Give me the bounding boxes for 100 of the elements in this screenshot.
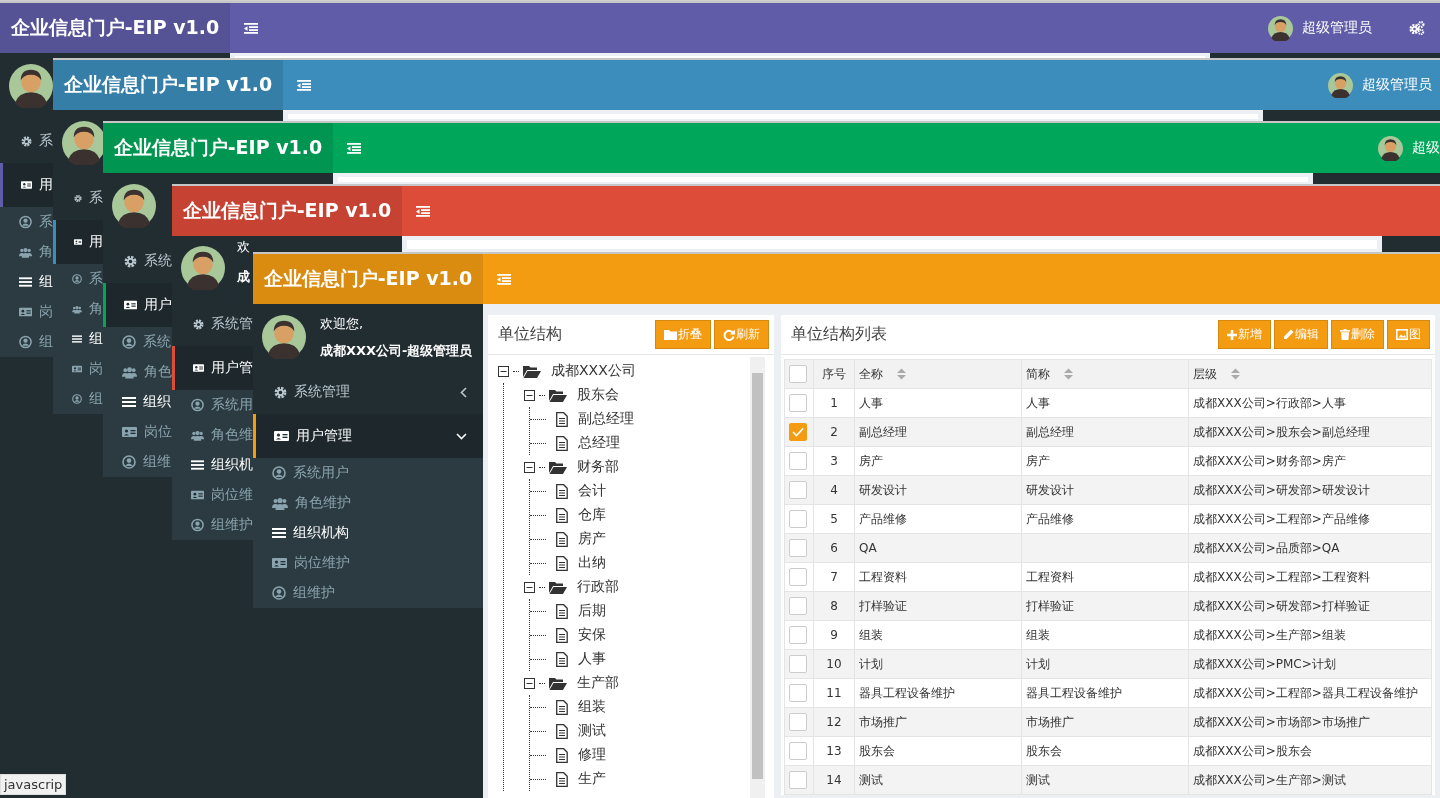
user-name[interactable]: 超级管理员	[1362, 76, 1432, 94]
table-cell: 13	[813, 736, 855, 766]
menu-item[interactable]: 用户管	[172, 346, 253, 390]
menu-item[interactable]: 系	[53, 176, 103, 220]
welcome-text: 欢	[237, 238, 250, 256]
table-cell: 14	[813, 765, 855, 795]
tree-node[interactable]: 行政部	[577, 578, 619, 596]
tree-node[interactable]: 安保	[578, 626, 606, 644]
submenu-item[interactable]: 组维	[103, 447, 172, 477]
tree-node[interactable]: 总经理	[578, 434, 620, 452]
table-cell: 产品维修	[1021, 504, 1189, 534]
table-cell: 成都XXX公司>股东会	[1188, 736, 1432, 766]
table-cell: 计划	[1021, 649, 1189, 679]
submenu-item[interactable]: 组	[53, 324, 103, 354]
table-cell: 6	[813, 533, 855, 563]
tree-node[interactable]: 测试	[578, 722, 606, 740]
welcome-text: 欢迎您,	[320, 314, 365, 333]
tree-node[interactable]: 出纳	[578, 554, 606, 572]
submenu-item[interactable]: 组维护	[253, 578, 483, 608]
table-cell: 产品维修	[854, 504, 1022, 534]
menu-item[interactable]: 用户	[103, 283, 172, 327]
table-cell: 股东会	[854, 736, 1022, 766]
submenu-item[interactable]: 组维护	[172, 510, 253, 540]
submenu-item[interactable]: 组织	[103, 387, 172, 417]
tree-node[interactable]: 修理	[578, 746, 606, 764]
tree-node[interactable]: 组装	[578, 698, 606, 716]
submenu-item[interactable]: 系	[53, 264, 103, 294]
account-name: 成都XXX公司-超级管理员	[320, 341, 473, 360]
table-cell: 成都XXX公司>股东会>副总经理	[1188, 417, 1432, 447]
table-cell: 成都XXX公司>工程部>器具工程设备维护	[1188, 678, 1432, 708]
app-logo[interactable]: 企业信息门户-EIP v1.0	[0, 3, 230, 53]
table-cell: 成都XXX公司>生产部>测试	[1188, 765, 1432, 795]
submenu-item[interactable]: 组织机构	[253, 518, 483, 548]
menu-item[interactable]: 系统管	[172, 302, 253, 346]
table-cell: 器具工程设备维护	[854, 678, 1022, 708]
submenu-item[interactable]: 角色	[103, 357, 172, 387]
submenu-item[interactable]: 角色维护	[253, 488, 483, 518]
submenu-item[interactable]: 岗位	[103, 417, 172, 447]
table-cell: 研发设计	[854, 475, 1022, 505]
column-header[interactable]: 层级	[1188, 359, 1432, 389]
tree-node[interactable]: 会计	[578, 482, 606, 500]
table-cell: 成都XXX公司>工程部>工程资料	[1188, 562, 1432, 592]
table-cell: 成都XXX公司>研发部>研发设计	[1188, 475, 1432, 505]
table-cell: 成都XXX公司>市场部>市场推广	[1188, 707, 1432, 737]
table-cell: 工程资料	[854, 562, 1022, 592]
user-name[interactable]: 超级管理员	[1302, 19, 1372, 37]
column-header[interactable]: 简称	[1021, 359, 1189, 389]
menu-item[interactable]: 用	[0, 163, 53, 207]
app-logo[interactable]: 企业信息门户-EIP v1.0	[53, 60, 283, 110]
app-logo[interactable]: 企业信息门户-EIP v1.0	[103, 123, 333, 173]
submenu-item[interactable]: 系统	[103, 327, 172, 357]
table-cell: 成都XXX公司>行政部>人事	[1188, 388, 1432, 418]
tree-node[interactable]: 股东会	[577, 386, 619, 404]
table-cell: 人事	[1021, 388, 1189, 418]
submenu-item[interactable]: 角	[0, 237, 53, 267]
panel-title: 单位结构列表	[791, 324, 887, 345]
tree-node[interactable]: 房产	[578, 530, 606, 548]
submenu-item[interactable]: 岗位维	[172, 480, 253, 510]
panel-title: 单位结构	[498, 324, 562, 345]
menu-item[interactable]: 系统管理	[253, 370, 483, 414]
column-header[interactable]: 全称	[854, 359, 1022, 389]
submenu-item[interactable]: 岗	[0, 297, 53, 327]
submenu-item[interactable]: 组	[0, 327, 53, 357]
submenu-item[interactable]: 角色维	[172, 420, 253, 450]
table-cell: 研发设计	[1021, 475, 1189, 505]
table-cell: 人事	[854, 388, 1022, 418]
tree-node[interactable]: 财务部	[577, 458, 619, 476]
menu-item[interactable]: 系统	[103, 239, 172, 283]
tree-node[interactable]: 成都XXX公司	[551, 362, 636, 380]
table-cell: 成都XXX公司>研发部>打样验证	[1188, 591, 1432, 621]
table-cell: 市场推广	[1021, 707, 1189, 737]
submenu-item[interactable]: 岗	[53, 354, 103, 384]
submenu-item[interactable]: 岗位维护	[253, 548, 483, 578]
table-cell: 打样验证	[1021, 591, 1189, 621]
submenu-item[interactable]: 系统用	[172, 390, 253, 420]
app-logo[interactable]: 企业信息门户-EIP v1.0	[172, 186, 402, 236]
submenu-item[interactable]: 系统用户	[253, 458, 483, 488]
table-cell: 测试	[854, 765, 1022, 795]
tree-node[interactable]: 生产	[578, 770, 606, 788]
tree-node[interactable]: 副总经理	[578, 410, 634, 428]
tree-node[interactable]: 仓库	[578, 506, 606, 524]
submenu-item[interactable]: 组	[53, 384, 103, 414]
table-cell: 3	[813, 446, 855, 476]
tree-node[interactable]: 后期	[578, 602, 606, 620]
table-cell: 5	[813, 504, 855, 534]
submenu-item[interactable]: 角	[53, 294, 103, 324]
table-cell: 组装	[1021, 620, 1189, 650]
tree-node[interactable]: 人事	[578, 650, 606, 668]
table-cell: 成都XXX公司>财务部>房产	[1188, 446, 1432, 476]
menu-item[interactable]: 系	[0, 119, 53, 163]
table-cell: 副总经理	[854, 417, 1022, 447]
tree-node[interactable]: 生产部	[577, 674, 619, 692]
submenu-item[interactable]: 组织机	[172, 450, 253, 480]
table-cell: 10	[813, 649, 855, 679]
menu-item[interactable]: 用	[53, 220, 103, 264]
table-cell: 房产	[854, 446, 1022, 476]
menu-item[interactable]: 用户管理	[253, 414, 483, 458]
submenu-item[interactable]: 系	[0, 207, 53, 237]
submenu-item[interactable]: 组	[0, 267, 53, 297]
table-cell: 成都XXX公司>工程部>产品维修	[1188, 504, 1432, 534]
